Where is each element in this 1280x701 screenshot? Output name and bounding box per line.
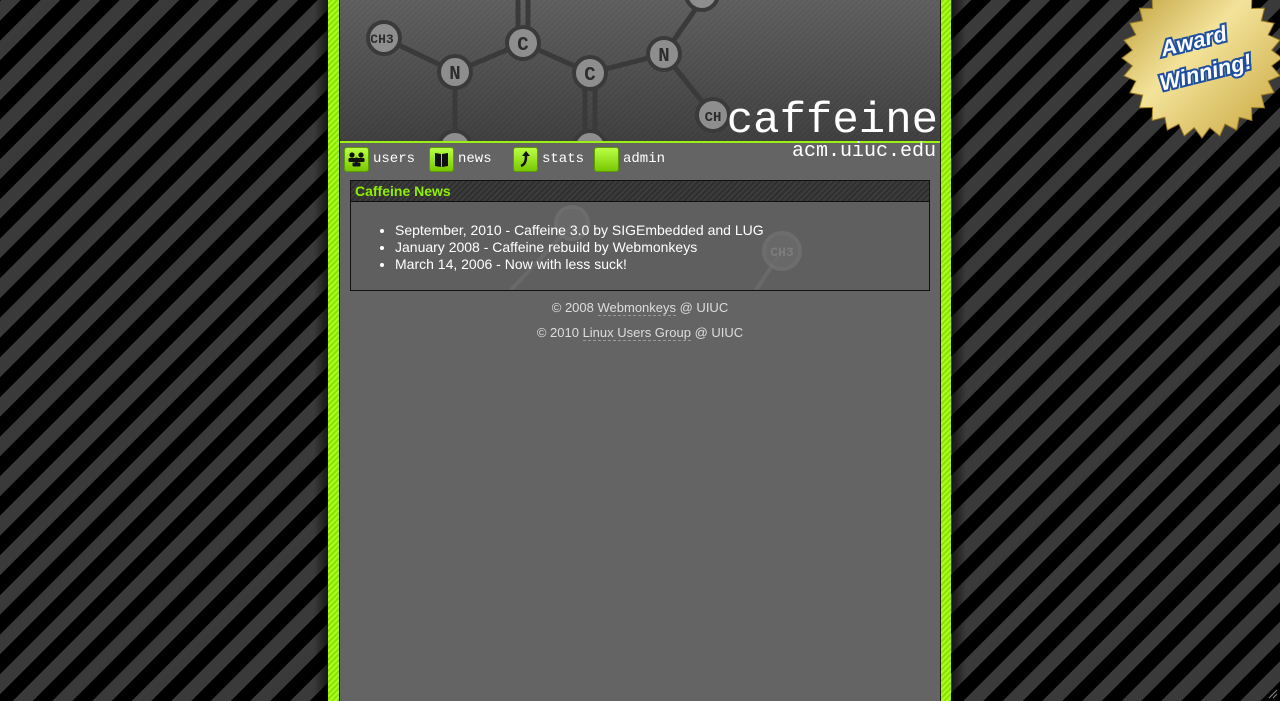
left-green-border [328,0,339,701]
header-banner: CH3 N C C N CH caffeine [340,0,940,141]
footer: © 2008 Webmonkeys @ UIUC © 2010 Linux Us… [340,300,940,350]
footer-copyright-2008: © 2008 [551,300,598,315]
footer-copyright-2010: © 2010 [536,325,583,340]
footer-line-lug: © 2010 Linux Users Group @ UIUC [340,325,940,341]
page-container: CH3 N C C N CH caffeine acm.uiuc.edu use… [340,0,940,701]
nav-item-users[interactable]: users [344,145,415,173]
nav-item-news[interactable]: news [429,145,492,173]
news-list: September, 2010 - Caffeine 3.0 by SIGEmb… [351,222,929,273]
linux-users-group-link[interactable]: Linux Users Group [582,325,691,341]
nav-item-admin[interactable]: admin [594,145,665,173]
atom-c-label: C [584,64,595,86]
site-subtitle: acm.uiuc.edu [791,140,936,163]
news-icon [429,146,454,172]
admin-icon [594,146,619,172]
right-shadow [952,0,966,701]
nav-label-stats: stats [542,151,585,167]
news-item: September, 2010 - Caffeine 3.0 by SIGEmb… [395,222,929,239]
footer-suffix: @ UIUC [690,325,744,340]
atom-ch-label: CH [705,110,722,126]
nav-label-users: users [373,151,416,167]
right-green-border [940,0,951,701]
footer-suffix: @ UIUC [676,300,729,315]
stats-icon [513,146,538,172]
news-panel: CH3 Caffeine News September, 2010 - Caff… [350,180,930,291]
resize-grip-icon[interactable] [1268,689,1278,699]
nav-label-admin: admin [623,151,666,167]
news-item: January 2008 - Caffeine rebuild by Webmo… [395,239,929,256]
users-icon [344,146,369,172]
footer-line-webmonkeys: © 2008 Webmonkeys @ UIUC [340,300,940,316]
left-shadow [314,0,328,701]
nav-item-stats[interactable]: stats [513,145,584,173]
award-winning-badge: Award Winning! [1116,0,1280,140]
news-item: March 14, 2006 - Now with less suck! [395,256,929,273]
site-title: caffeine [726,96,938,141]
atom-ch3-label: CH3 [370,32,394,47]
atom-n-label: N [658,45,669,67]
right-border-line [940,0,941,701]
atom-c-label: C [517,34,528,56]
nav-label-news: news [458,151,492,167]
webmonkeys-link[interactable]: Webmonkeys [597,300,677,316]
atom-n-label: N [449,63,460,85]
